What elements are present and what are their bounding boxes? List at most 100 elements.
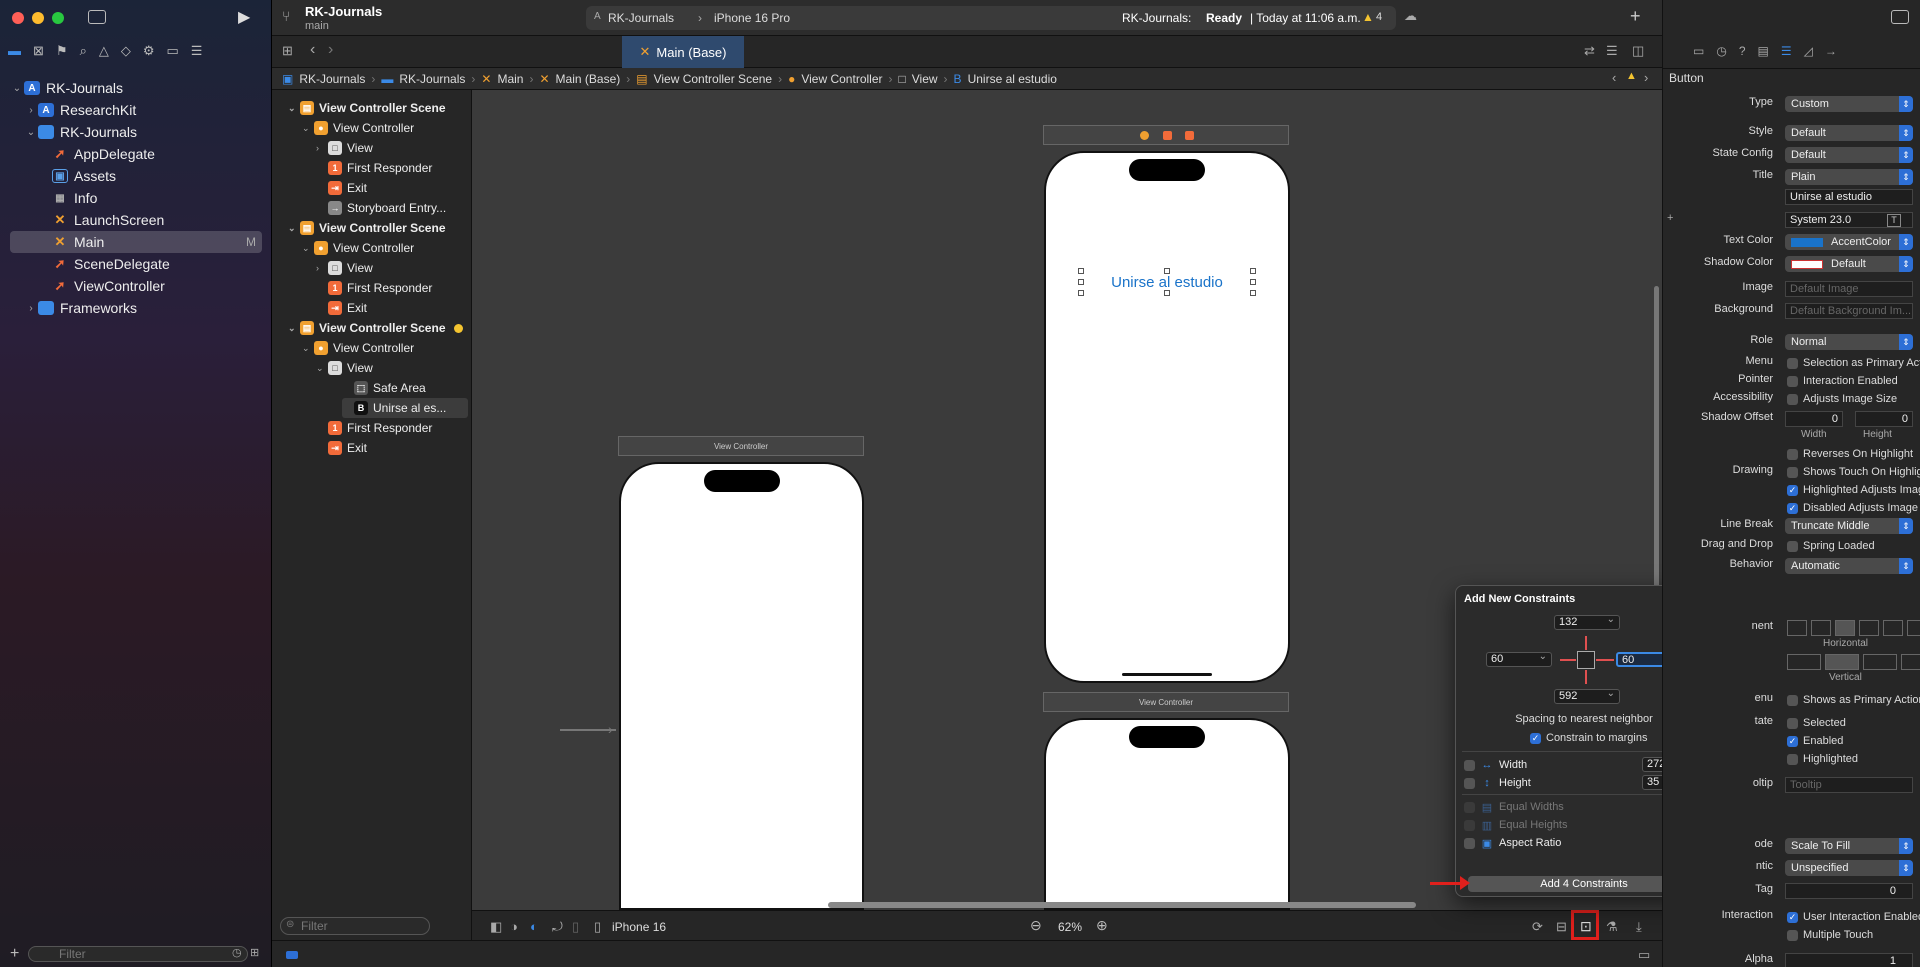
chevron-down-icon[interactable]: ⌄	[316, 363, 328, 374]
leading-spacing-field[interactable]: 60	[1486, 650, 1552, 667]
device-variant-icon[interactable]: ▯	[572, 920, 579, 933]
add-variation-icon[interactable]: +	[1667, 212, 1673, 224]
tree-item-launchscreen[interactable]: ✕ LaunchScreen	[10, 209, 262, 231]
outline-item[interactable]: ⌄ ● View Controller	[302, 118, 468, 138]
checkbox[interactable]	[1787, 357, 1798, 369]
top-constraint-strut[interactable]	[1585, 636, 1587, 650]
update-frames-icon[interactable]: ⟳	[1532, 920, 1543, 933]
disabled-adjusts-checkbox[interactable]: ✓ Disabled Adjusts Image	[1787, 502, 1918, 514]
size-icon[interactable]: ◿	[1804, 44, 1813, 58]
enabled-checkbox[interactable]: ✓ Enabled	[1787, 735, 1843, 747]
top-spacing-field[interactable]: 132	[1554, 613, 1620, 630]
tree-item-researchkit[interactable]: › A ResearchKit	[10, 99, 262, 121]
warning-icon[interactable]: ▲	[1626, 71, 1637, 82]
align-trailing-icon[interactable]	[1907, 620, 1920, 636]
trailing-constraint-strut[interactable]	[1596, 659, 1614, 661]
primary-action-checkbox[interactable]: Shows as Primary Action	[1787, 694, 1920, 706]
checkbox[interactable]	[1464, 759, 1475, 771]
alpha-field[interactable]: 1	[1785, 953, 1913, 967]
tree-item-project[interactable]: ⌄ A RK-Journals	[10, 77, 262, 99]
scheme-selector[interactable]: RK-Journals	[608, 11, 674, 25]
outline-item[interactable]: ⇥ Exit	[316, 298, 468, 318]
file-inspector-icon[interactable]: ▭	[1693, 44, 1704, 58]
outline-item[interactable]: ⌄ ▤ View Controller Scene	[288, 318, 468, 338]
show-debug-area-icon[interactable]: ▭	[1638, 948, 1650, 961]
checkbox-checked-icon[interactable]: ✓	[1787, 911, 1798, 923]
tree-item-group[interactable]: ⌄ RK-Journals	[10, 121, 262, 143]
align-middle-icon[interactable]	[1825, 654, 1859, 670]
align-center-icon[interactable]	[1811, 620, 1831, 636]
checkbox-checked-icon[interactable]: ✓	[1787, 735, 1798, 747]
view-controller-icon[interactable]	[1140, 131, 1149, 140]
horizontal-scrollbar[interactable]	[828, 902, 1416, 908]
outline-toggle-icon[interactable]: ◧	[490, 920, 502, 933]
connections-icon[interactable]: →	[1825, 44, 1837, 58]
tree-item-scenedelegate[interactable]: ➚ SceneDelegate	[10, 253, 262, 275]
tree-item-main[interactable]: ✕ Main M	[10, 231, 262, 253]
breadcrumb-item[interactable]: View Controller	[801, 72, 882, 86]
chevron-down-icon[interactable]: ⌄	[302, 343, 314, 354]
search-icon[interactable]: ⌕	[80, 43, 87, 59]
split-editor-icon[interactable]: ◫	[1632, 44, 1644, 57]
chevron-right-icon[interactable]: ›	[24, 303, 38, 314]
bookmark-icon[interactable]: ⚑	[56, 43, 68, 59]
chevron-down-icon[interactable]: ⌄	[24, 127, 38, 138]
tab-main-base[interactable]: ✕ Main (Base)	[622, 36, 744, 68]
next-issue-icon[interactable]: ›	[1644, 71, 1648, 84]
style-popup[interactable]: Default	[1785, 125, 1913, 141]
checkbox[interactable]	[1787, 717, 1798, 729]
type-popup[interactable]: Custom	[1785, 96, 1913, 112]
checkbox-checked-icon[interactable]: ✓	[1530, 732, 1541, 744]
checkbox[interactable]	[1464, 777, 1475, 789]
align-fill-icon[interactable]	[1835, 620, 1855, 636]
forward-icon[interactable]: ›	[328, 42, 333, 58]
issue-icon[interactable]: △	[99, 43, 109, 59]
resolve-issues-icon[interactable]: ⚗	[1606, 920, 1618, 933]
highlighted-checkbox[interactable]: Highlighted	[1787, 753, 1858, 765]
chevron-right-icon[interactable]: ›	[24, 105, 38, 116]
checkbox-checked-icon[interactable]: ✓	[1787, 484, 1798, 496]
checkbox[interactable]	[1787, 694, 1798, 706]
align-top-icon[interactable]	[1787, 654, 1821, 670]
chevron-down-icon[interactable]: ⌄	[302, 243, 314, 254]
outline-item[interactable]: › □ View	[316, 258, 468, 278]
drawing-checkbox[interactable]: Shows Touch On Highlight	[1787, 466, 1920, 478]
user-interaction-checkbox[interactable]: ✓ User Interaction Enabled	[1787, 911, 1920, 923]
add-icon[interactable]: +	[10, 946, 19, 962]
navigator-filter-input[interactable]: Filter	[28, 946, 248, 962]
tag-field[interactable]: 0	[1785, 883, 1913, 899]
content-mode-popup[interactable]: Scale To Fill	[1785, 838, 1913, 854]
multiple-touch-checkbox[interactable]: Multiple Touch	[1787, 929, 1873, 941]
shadow-height-field[interactable]: 0	[1855, 411, 1913, 427]
attributes-icon[interactable]: ☰	[1781, 44, 1792, 58]
tree-item-appdelegate[interactable]: ➚ AppDelegate	[10, 143, 262, 165]
breadcrumb-item[interactable]: Main (Base)	[556, 72, 621, 86]
debug-area-icon[interactable]	[286, 951, 298, 959]
related-items-icon[interactable]: ⇄	[1584, 44, 1595, 57]
outline-item[interactable]: ⌄ ▤ View Controller Scene	[288, 218, 468, 238]
spring-loaded-checkbox[interactable]: Spring Loaded	[1787, 540, 1875, 552]
breakpoint-icon[interactable]: ▭	[167, 43, 179, 59]
breadcrumb-item[interactable]: Unirse al estudio	[968, 72, 1057, 86]
iphone-frame[interactable]	[1044, 718, 1290, 910]
chevron-down-icon[interactable]: ⌄	[302, 123, 314, 134]
zoom-out-icon[interactable]: ⊖	[1030, 918, 1042, 932]
align-icon[interactable]: ⊟	[1556, 920, 1567, 933]
checkbox[interactable]	[1787, 540, 1798, 552]
breadcrumb-item[interactable]: View	[912, 72, 938, 86]
add-library-icon[interactable]: +	[1630, 7, 1641, 25]
outline-item[interactable]: 1 First Responder	[316, 278, 468, 298]
role-popup[interactable]: Normal	[1785, 334, 1913, 350]
device-selector[interactable]: iPhone 16	[612, 920, 666, 934]
outline-item[interactable]: ⌄ ▤ View Controller Scene	[288, 98, 468, 118]
tree-item-info[interactable]: ▦ Info	[10, 187, 262, 209]
first-responder-icon[interactable]	[1163, 131, 1172, 140]
chevron-down-icon[interactable]: ⌄	[288, 103, 300, 114]
chevron-down-icon[interactable]: ⌄	[288, 323, 300, 334]
checkbox[interactable]	[1464, 819, 1475, 831]
align-vfill-icon[interactable]	[1901, 654, 1920, 670]
outline-item[interactable]: ⌄ ● View Controller	[302, 238, 468, 258]
checkbox[interactable]	[1787, 929, 1798, 941]
constrain-to-margins-checkbox[interactable]: ✓ Constrain to margins	[1530, 732, 1648, 744]
title-text-field[interactable]: Unirse al estudio	[1785, 189, 1913, 205]
